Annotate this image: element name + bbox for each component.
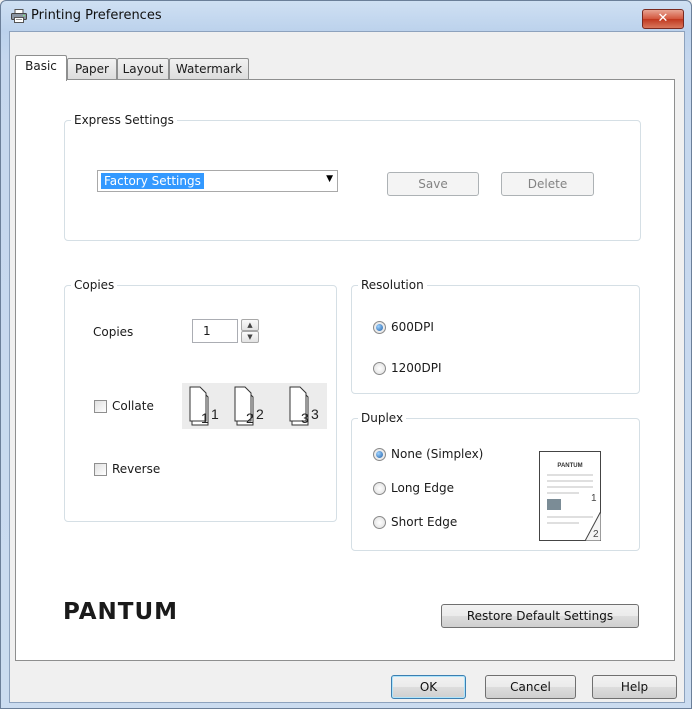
cancel-button-label: Cancel xyxy=(510,680,551,694)
collate-page-3: 3 xyxy=(301,410,309,426)
tab-layout-label: Layout xyxy=(122,62,164,76)
duplex-short-edge-radio[interactable] xyxy=(373,516,386,529)
resolution-600dpi-label: 600DPI xyxy=(391,320,434,334)
pantum-logo: PANTUM xyxy=(63,599,178,622)
delete-button-label: Delete xyxy=(527,177,568,191)
resolution-legend: Resolution xyxy=(361,278,424,292)
copies-label: Copies xyxy=(93,325,134,339)
collate-checkbox[interactable] xyxy=(94,400,107,413)
close-button[interactable]: ✕ xyxy=(642,9,684,29)
collate-page-2: 2 xyxy=(246,410,254,426)
duplex-preview-icon: PANTUM 1 2 xyxy=(539,451,601,541)
delete-button[interactable]: Delete xyxy=(501,172,594,196)
duplex-preview-page-2: 2 xyxy=(593,529,599,540)
collate-page-1b: 1 xyxy=(211,406,219,422)
resolution-group: Resolution xyxy=(351,278,640,394)
collate-page-2b: 2 xyxy=(256,406,264,422)
duplex-legend: Duplex xyxy=(361,411,404,425)
tab-watermark[interactable]: Watermark xyxy=(169,58,249,79)
duplex-preview-brand: PANTUM xyxy=(557,463,582,469)
spin-down-icon[interactable]: ▼ xyxy=(241,331,259,343)
cancel-button[interactable]: Cancel xyxy=(485,675,576,699)
ok-button[interactable]: OK xyxy=(391,675,466,699)
reverse-label: Reverse xyxy=(112,462,161,476)
collate-pages-icon: 1 1 2 2 3 3 xyxy=(182,383,327,429)
tab-basic[interactable]: Basic xyxy=(15,55,67,81)
printer-icon xyxy=(11,9,27,23)
save-button[interactable]: Save xyxy=(387,172,479,196)
resolution-1200dpi-radio[interactable] xyxy=(373,362,386,375)
printing-preferences-window: Printing Preferences ✕ Basic Paper Layou… xyxy=(0,0,692,709)
close-icon: ✕ xyxy=(657,11,669,26)
reverse-checkbox[interactable] xyxy=(94,463,107,476)
chevron-down-icon: ▼ xyxy=(326,174,333,184)
tab-paper-label: Paper xyxy=(75,62,109,76)
collate-page-3b: 3 xyxy=(311,406,319,422)
duplex-none-label: None (Simplex) xyxy=(391,447,484,461)
duplex-none-radio[interactable] xyxy=(373,448,386,461)
express-settings-legend: Express Settings xyxy=(74,113,174,127)
save-button-label: Save xyxy=(418,177,448,191)
help-button-label: Help xyxy=(620,680,649,694)
express-settings-selected: Factory Settings xyxy=(101,173,204,189)
duplex-short-edge-label: Short Edge xyxy=(391,515,458,529)
tab-paper[interactable]: Paper xyxy=(67,58,117,79)
window-title: Printing Preferences xyxy=(31,8,162,23)
copies-input[interactable]: 1 xyxy=(192,319,238,343)
resolution-1200dpi-label: 1200DPI xyxy=(391,361,442,375)
collate-page-1: 1 xyxy=(201,410,209,426)
duplex-preview-page-1: 1 xyxy=(591,493,597,504)
collate-label: Collate xyxy=(112,399,154,413)
spin-up-icon[interactable]: ▲ xyxy=(241,319,259,331)
tab-basic-label: Basic xyxy=(25,59,57,73)
pantum-logo-text: PANTUM xyxy=(63,599,178,622)
tab-layout[interactable]: Layout xyxy=(117,58,169,79)
duplex-long-edge-label: Long Edge xyxy=(391,481,455,495)
tab-watermark-label: Watermark xyxy=(175,62,243,76)
title-bar[interactable]: Printing Preferences ✕ xyxy=(1,1,691,31)
help-button[interactable]: Help xyxy=(592,675,677,699)
express-settings-dropdown[interactable]: Factory Settings ▼ xyxy=(97,170,338,192)
restore-default-settings-button[interactable]: Restore Default Settings xyxy=(441,604,639,628)
ok-button-label: OK xyxy=(419,680,438,694)
restore-default-settings-label: Restore Default Settings xyxy=(466,609,614,623)
duplex-long-edge-radio[interactable] xyxy=(373,482,386,495)
resolution-600dpi-radio[interactable] xyxy=(373,321,386,334)
copies-legend: Copies xyxy=(74,278,115,292)
